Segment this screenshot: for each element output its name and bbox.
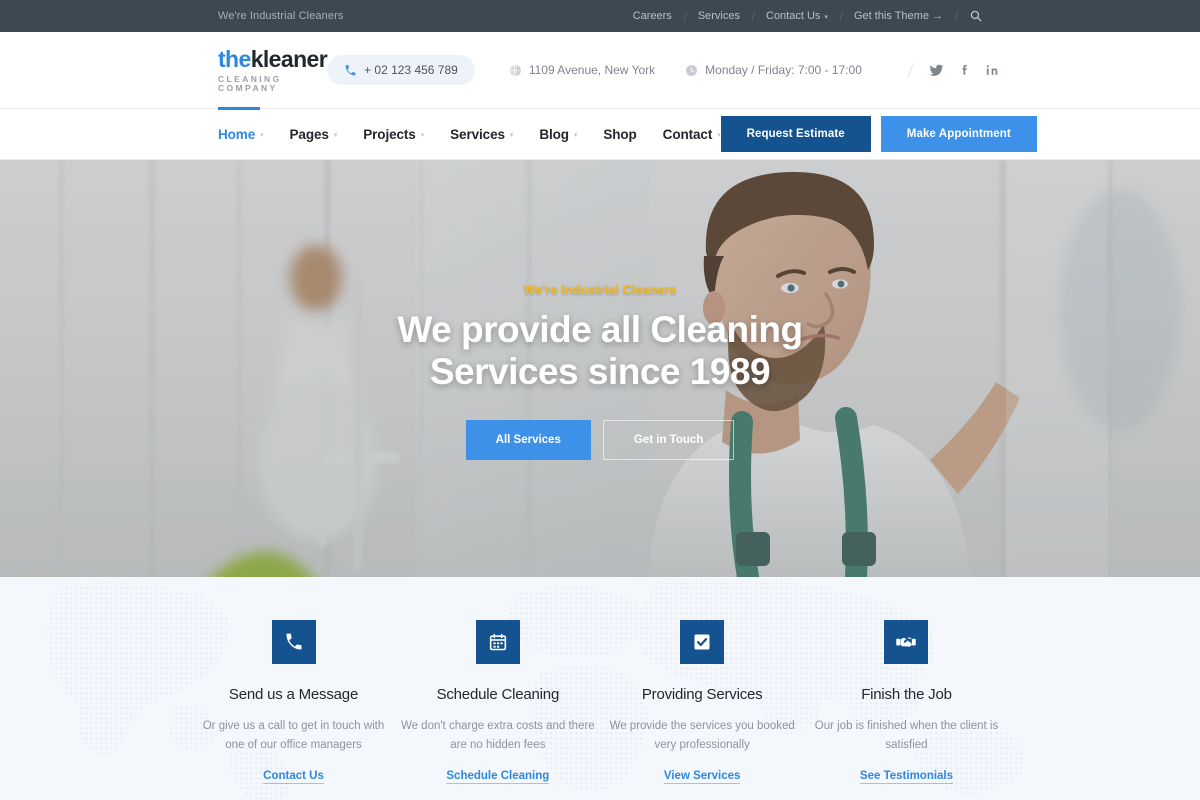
logo-subtitle: CLEANING COMPANY <box>218 74 282 93</box>
address-text: 1109 Avenue, New York <box>528 63 656 77</box>
request-estimate-button[interactable]: Request Estimate <box>720 116 871 152</box>
topbar-link-careers[interactable]: Careers <box>620 10 685 22</box>
feature-card-schedule-cleaning: Schedule Cleaning We don't charge extra … <box>400 620 595 785</box>
nav-item-shop[interactable]: Shop <box>603 108 636 160</box>
logo-part-the: the <box>218 46 251 72</box>
topbar-link-label: Services <box>697 10 740 22</box>
hours-info: Monday / Friday: 7:00 - 17:00 <box>685 63 862 77</box>
nav-item-label: Pages <box>289 126 329 142</box>
hero-title: We provide all Cleaning Services since 1… <box>397 309 803 392</box>
nav-item-contact[interactable]: Contact ▾ <box>663 108 721 160</box>
hours-text: Monday / Friday: 7:00 - 17:00 <box>705 63 862 77</box>
social-links <box>929 63 1000 78</box>
feature-description: Or give us a call to get in touch with o… <box>202 720 385 751</box>
feature-description: Our job is finished when the client is s… <box>814 720 999 751</box>
top-bar: We're Industrial Cleaners Careers Servic… <box>0 0 1200 32</box>
feature-description: We don't charge extra costs and there ar… <box>400 720 595 751</box>
nav-item-label: Projects <box>363 126 416 142</box>
chevron-down-icon: ▾ <box>573 131 578 139</box>
feature-description: We provide the services you booked very … <box>609 720 795 751</box>
linkedin-icon[interactable] <box>985 63 1000 78</box>
handshake-icon <box>884 620 929 664</box>
feature-card-finish-the-job: Finish the Job Our job is finished when … <box>809 620 1004 785</box>
all-services-button[interactable]: All Services <box>465 419 591 460</box>
chevron-down-icon: ▾ <box>260 131 264 139</box>
nav-item-label: Blog <box>539 126 569 142</box>
chevron-down-icon: ▾ <box>509 131 514 139</box>
logo-wordmark: thekleaner <box>218 46 328 72</box>
top-bar-nav: Careers Services Contact Us ▾ Get this Th… <box>620 10 982 22</box>
topbar-link-get-this-theme[interactable]: Get this Theme → <box>841 10 956 22</box>
topbar-link-label: Careers <box>632 10 672 22</box>
feature-link-schedule-cleaning[interactable]: Schedule Cleaning <box>446 770 550 785</box>
features-section: Send us a Message Or give us a call to g… <box>0 577 1200 800</box>
get-in-touch-button[interactable]: Get in Touch <box>602 419 735 460</box>
logo[interactable]: thekleaner CLEANING COMPANY <box>218 46 328 93</box>
logo-part-kleaner: kleaner <box>250 46 328 72</box>
nav-item-pages[interactable]: Pages ▾ <box>290 108 338 160</box>
feature-link-see-testimonials[interactable]: See Testimonials <box>859 770 954 785</box>
phone-button[interactable]: + 02 123 456 789 <box>327 55 475 85</box>
main-navigation: Home ▾ Pages ▾ Projects ▾ Services ▾ Blog ▾ S… <box>0 107 1200 160</box>
feature-link-contact-us[interactable]: Contact Us <box>263 770 324 785</box>
nav-item-blog[interactable]: Blog ▾ <box>539 108 577 160</box>
feature-link-view-services[interactable]: View Services <box>663 770 741 785</box>
feature-card-providing-services: Providing Services We provide the servic… <box>605 620 800 785</box>
features-grid: Send us a Message Or give us a call to g… <box>0 577 1200 785</box>
checkbox-icon <box>680 620 725 664</box>
calendar-icon <box>475 620 520 664</box>
hero-buttons: All Services Get in Touch <box>465 419 735 460</box>
nav-item-projects[interactable]: Projects ▾ <box>363 108 424 160</box>
nav-cta-buttons: Request Estimate Make Appointment <box>720 116 1037 152</box>
topbar-link-label: Get this Theme → <box>853 10 943 22</box>
nav-item-services[interactable]: Services ▾ <box>450 108 513 160</box>
topbar-link-services[interactable]: Services <box>685 10 753 22</box>
divider <box>907 62 914 78</box>
phone-icon <box>271 620 316 664</box>
chevron-down-icon: ▾ <box>333 131 338 139</box>
hero-kicker: We're Industrial Cleaners <box>523 283 677 298</box>
feature-title: Send us a Message <box>228 686 359 703</box>
chevron-down-icon: ▾ <box>420 131 425 139</box>
nav-item-home[interactable]: Home ▾ <box>218 107 264 160</box>
nav-item-label: Home <box>218 126 256 142</box>
nav-item-label: Shop <box>603 126 637 142</box>
feature-title: Schedule Cleaning <box>436 686 560 703</box>
hero-content: We're Industrial Cleaners We provide all… <box>0 160 1200 577</box>
chevron-down-icon: ▾ <box>824 13 828 21</box>
feature-title: Providing Services <box>641 686 763 703</box>
site-header: thekleaner CLEANING COMPANY + 02 123 456… <box>0 32 1200 108</box>
hero-section: We're Industrial Cleaners We provide all… <box>0 160 1200 577</box>
twitter-icon[interactable] <box>929 63 944 78</box>
topbar-link-contact-us[interactable]: Contact Us ▾ <box>753 10 841 22</box>
feature-card-send-message: Send us a Message Or give us a call to g… <box>196 620 391 785</box>
header-contact-info: + 02 123 456 789 1109 Avenue, New York M… <box>327 55 1000 85</box>
topbar-link-label: Contact Us <box>766 10 821 22</box>
page-root: We're Industrial Cleaners Careers Servic… <box>0 0 1200 800</box>
make-appointment-button[interactable]: Make Appointment <box>880 116 1037 152</box>
search-icon[interactable] <box>956 10 982 22</box>
facebook-icon[interactable] <box>957 63 972 78</box>
top-bar-tagline: We're Industrial Cleaners <box>218 10 344 22</box>
nav-item-label: Contact <box>662 126 713 142</box>
chevron-down-icon: ▾ <box>717 131 721 139</box>
address-info: 1109 Avenue, New York <box>509 63 655 77</box>
nav-item-label: Services <box>450 126 505 142</box>
phone-number: + 02 123 456 789 <box>364 63 458 77</box>
nav-menu: Home ▾ Pages ▾ Projects ▾ Services ▾ Blog ▾ S… <box>218 107 721 160</box>
feature-title: Finish the Job <box>861 686 952 703</box>
